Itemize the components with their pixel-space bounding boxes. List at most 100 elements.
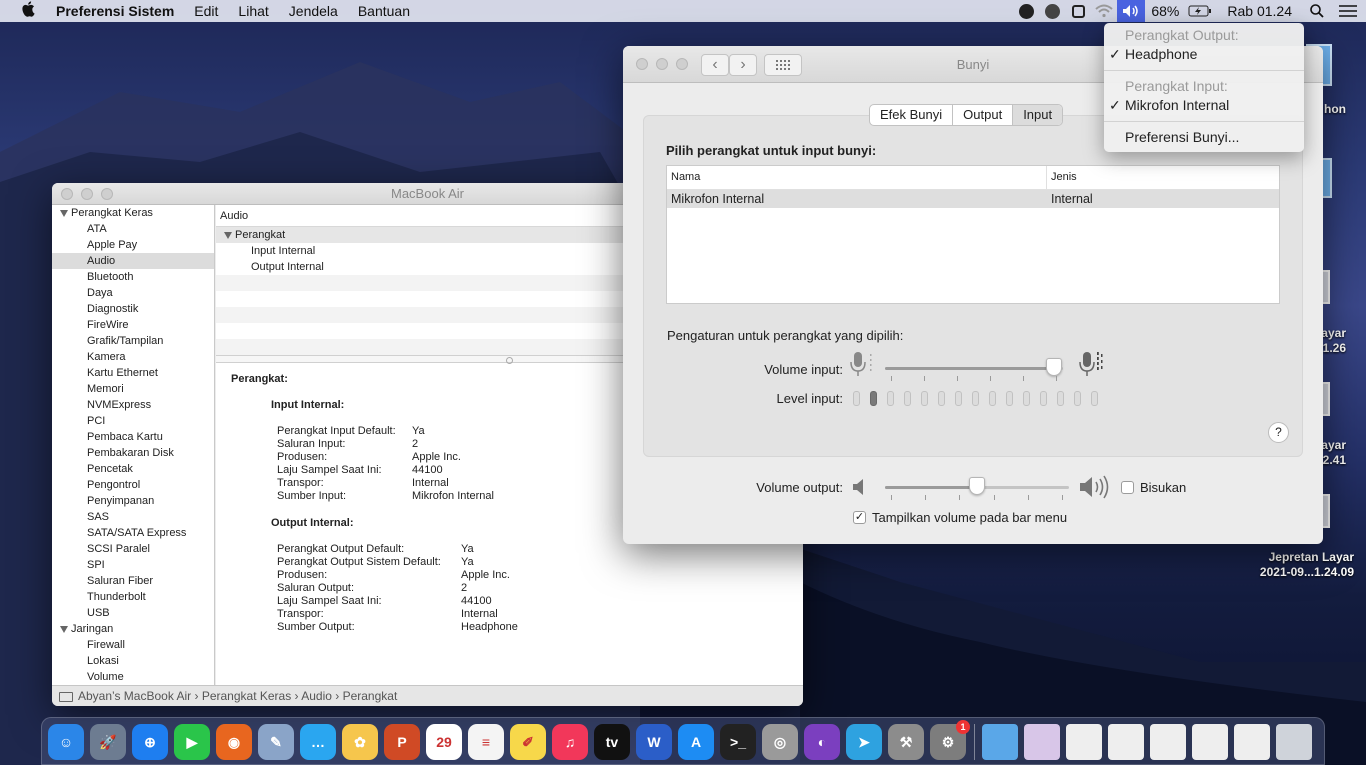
- desktop-label: Jepretan Layar 2021-09...1.24.09: [1259, 550, 1354, 579]
- dock-system-preferences-icon[interactable]: ⚙ 1: [930, 720, 970, 760]
- sidebar-item[interactable]: Pengontrol: [52, 477, 214, 493]
- apple-icon[interactable]: [0, 0, 56, 22]
- dock-terminal-icon[interactable]: >_: [720, 724, 756, 760]
- column-name[interactable]: Nama: [667, 166, 1047, 189]
- volume-icon[interactable]: [1117, 0, 1146, 22]
- dock-messages-icon[interactable]: …: [300, 724, 336, 760]
- table-row[interactable]: Mikrofon Internal Internal: [667, 190, 1279, 208]
- siri-dot-icon[interactable]: [1039, 0, 1065, 22]
- sidebar-item[interactable]: Thunderbolt: [52, 589, 214, 605]
- dock-powerpoint-icon[interactable]: P: [384, 724, 420, 760]
- dock-notes-icon[interactable]: ✐: [510, 724, 546, 760]
- disclosure-triangle-icon[interactable]: [60, 209, 68, 217]
- dock-photos-icon[interactable]: ✿: [342, 724, 378, 760]
- dock-word-icon[interactable]: W: [636, 724, 672, 760]
- sidebar-item[interactable]: Penyimpanan: [52, 493, 214, 509]
- device-type: Internal: [1051, 192, 1093, 206]
- dock-recent-file-icon[interactable]: [1024, 724, 1060, 760]
- sidebar-group[interactable]: Perangkat Keras: [52, 205, 214, 221]
- property-value: 44100: [461, 595, 492, 607]
- tab-input[interactable]: Input: [1013, 105, 1063, 125]
- sidebar-item[interactable]: Grafik/Tampilan: [52, 333, 214, 349]
- sidebar-item[interactable]: USB: [52, 605, 214, 621]
- sidebar-item[interactable]: ATA: [52, 221, 214, 237]
- dock-apple-tv-icon[interactable]: tv: [594, 724, 630, 760]
- dock-launchpad-icon[interactable]: 🚀: [90, 724, 126, 760]
- sound-preferences-item[interactable]: Preferensi Bunyi...: [1104, 128, 1304, 146]
- sidebar-item[interactable]: Firewall: [52, 637, 214, 653]
- volume-input-knob[interactable]: [1046, 358, 1063, 376]
- location-icon[interactable]: [1013, 0, 1039, 22]
- clock[interactable]: Rab 01.24: [1215, 3, 1304, 19]
- dock-disk-utility-icon[interactable]: ◎: [762, 724, 798, 760]
- screen-icon[interactable]: [1065, 0, 1091, 22]
- app-menu[interactable]: Preferensi Sistem: [56, 3, 184, 19]
- dock-calendar-icon[interactable]: 29: [426, 724, 462, 760]
- sidebar-item[interactable]: SCSI Paralel: [52, 541, 214, 557]
- menu-edit[interactable]: Edit: [184, 3, 228, 19]
- help-button[interactable]: ?: [1268, 422, 1289, 443]
- sidebar-item[interactable]: Saluran Fiber: [52, 573, 214, 589]
- dock-app-store-icon[interactable]: A: [678, 724, 714, 760]
- sidebar-item[interactable]: SPI: [52, 557, 214, 573]
- sidebar-item[interactable]: Pencetak: [52, 461, 214, 477]
- sidebar-item[interactable]: Bluetooth: [52, 269, 214, 285]
- dock-recent-file-icon[interactable]: [1234, 724, 1270, 760]
- sidebar-group[interactable]: Jaringan: [52, 621, 214, 637]
- dock-music-icon[interactable]: ♫: [552, 724, 588, 760]
- menu-window[interactable]: Jendela: [279, 3, 348, 19]
- sidebar-item[interactable]: Pembakaran Disk: [52, 445, 214, 461]
- sidebar-item[interactable]: SATA/SATA Express: [52, 525, 214, 541]
- search-icon[interactable]: [1304, 0, 1330, 22]
- sidebar-item-label: Kartu Ethernet: [87, 367, 158, 379]
- dock-facetime-icon[interactable]: ▶: [174, 724, 210, 760]
- dock-preview-icon[interactable]: ✎: [258, 724, 294, 760]
- menu-help[interactable]: Bantuan: [348, 3, 420, 19]
- column-type[interactable]: Jenis: [1047, 166, 1077, 189]
- tab-output[interactable]: Output: [953, 105, 1014, 125]
- sidebar-item[interactable]: Lokasi: [52, 653, 214, 669]
- disclosure-triangle-icon[interactable]: [224, 231, 232, 239]
- dock-safari-icon[interactable]: ⊕: [132, 724, 168, 760]
- sidebar-item[interactable]: Memori: [52, 381, 214, 397]
- level-segment: [1040, 391, 1047, 406]
- volume-input-slider[interactable]: [885, 367, 1063, 370]
- tab-sound-effects[interactable]: Efek Bunyi: [870, 105, 954, 125]
- dock-telegram-icon[interactable]: ➤: [846, 724, 882, 760]
- dock-finder-icon[interactable]: ☺: [48, 724, 84, 760]
- level-segment: [938, 391, 945, 406]
- sidebar-item[interactable]: NVMExpress: [52, 397, 214, 413]
- dock-firefox-icon[interactable]: ◉: [216, 724, 252, 760]
- dock-recent-file-icon[interactable]: [1066, 724, 1102, 760]
- show-volume-checkbox[interactable]: ✓: [853, 511, 866, 524]
- menu-view[interactable]: Lihat: [228, 3, 278, 19]
- dock-folder-icon[interactable]: [982, 724, 1018, 760]
- dock-github-icon[interactable]: ◐: [804, 724, 840, 760]
- sidebar-item[interactable]: Pembaca Kartu: [52, 429, 214, 445]
- wifi-icon[interactable]: [1091, 0, 1117, 22]
- sidebar-item[interactable]: Daya: [52, 285, 214, 301]
- volume-output-knob[interactable]: [969, 477, 985, 495]
- dock-recent-file-icon[interactable]: [1150, 724, 1186, 760]
- sidebar-item[interactable]: Apple Pay: [52, 237, 214, 253]
- mute-checkbox[interactable]: [1121, 481, 1134, 494]
- dock-directory-utility-icon[interactable]: ⚒: [888, 724, 924, 760]
- sidebar-item[interactable]: Volume: [52, 669, 214, 685]
- battery-icon[interactable]: [1185, 0, 1215, 22]
- control-list-icon[interactable]: [1330, 0, 1366, 22]
- dock-recent-file-icon[interactable]: [1108, 724, 1144, 760]
- disclosure-triangle-icon[interactable]: [60, 625, 68, 633]
- sidebar-item[interactable]: SAS: [52, 509, 214, 525]
- sidebar-item[interactable]: Kartu Ethernet: [52, 365, 214, 381]
- sidebar-item[interactable]: FireWire: [52, 317, 214, 333]
- sidebar-item[interactable]: Kamera: [52, 349, 214, 365]
- sidebar-item[interactable]: Diagnostik: [52, 301, 214, 317]
- dock-trash-icon[interactable]: [1276, 724, 1312, 760]
- output-device-item[interactable]: ✓ Headphone: [1104, 45, 1304, 63]
- sidebar-item[interactable]: PCI: [52, 413, 214, 429]
- input-device-item[interactable]: ✓ Mikrofon Internal: [1104, 96, 1304, 114]
- choose-device-label: Pilih perangkat untuk input bunyi:: [666, 143, 877, 158]
- sidebar-item[interactable]: Audio: [52, 253, 214, 269]
- dock-reminders-icon[interactable]: ≡: [468, 724, 504, 760]
- dock-recent-file-icon[interactable]: [1192, 724, 1228, 760]
